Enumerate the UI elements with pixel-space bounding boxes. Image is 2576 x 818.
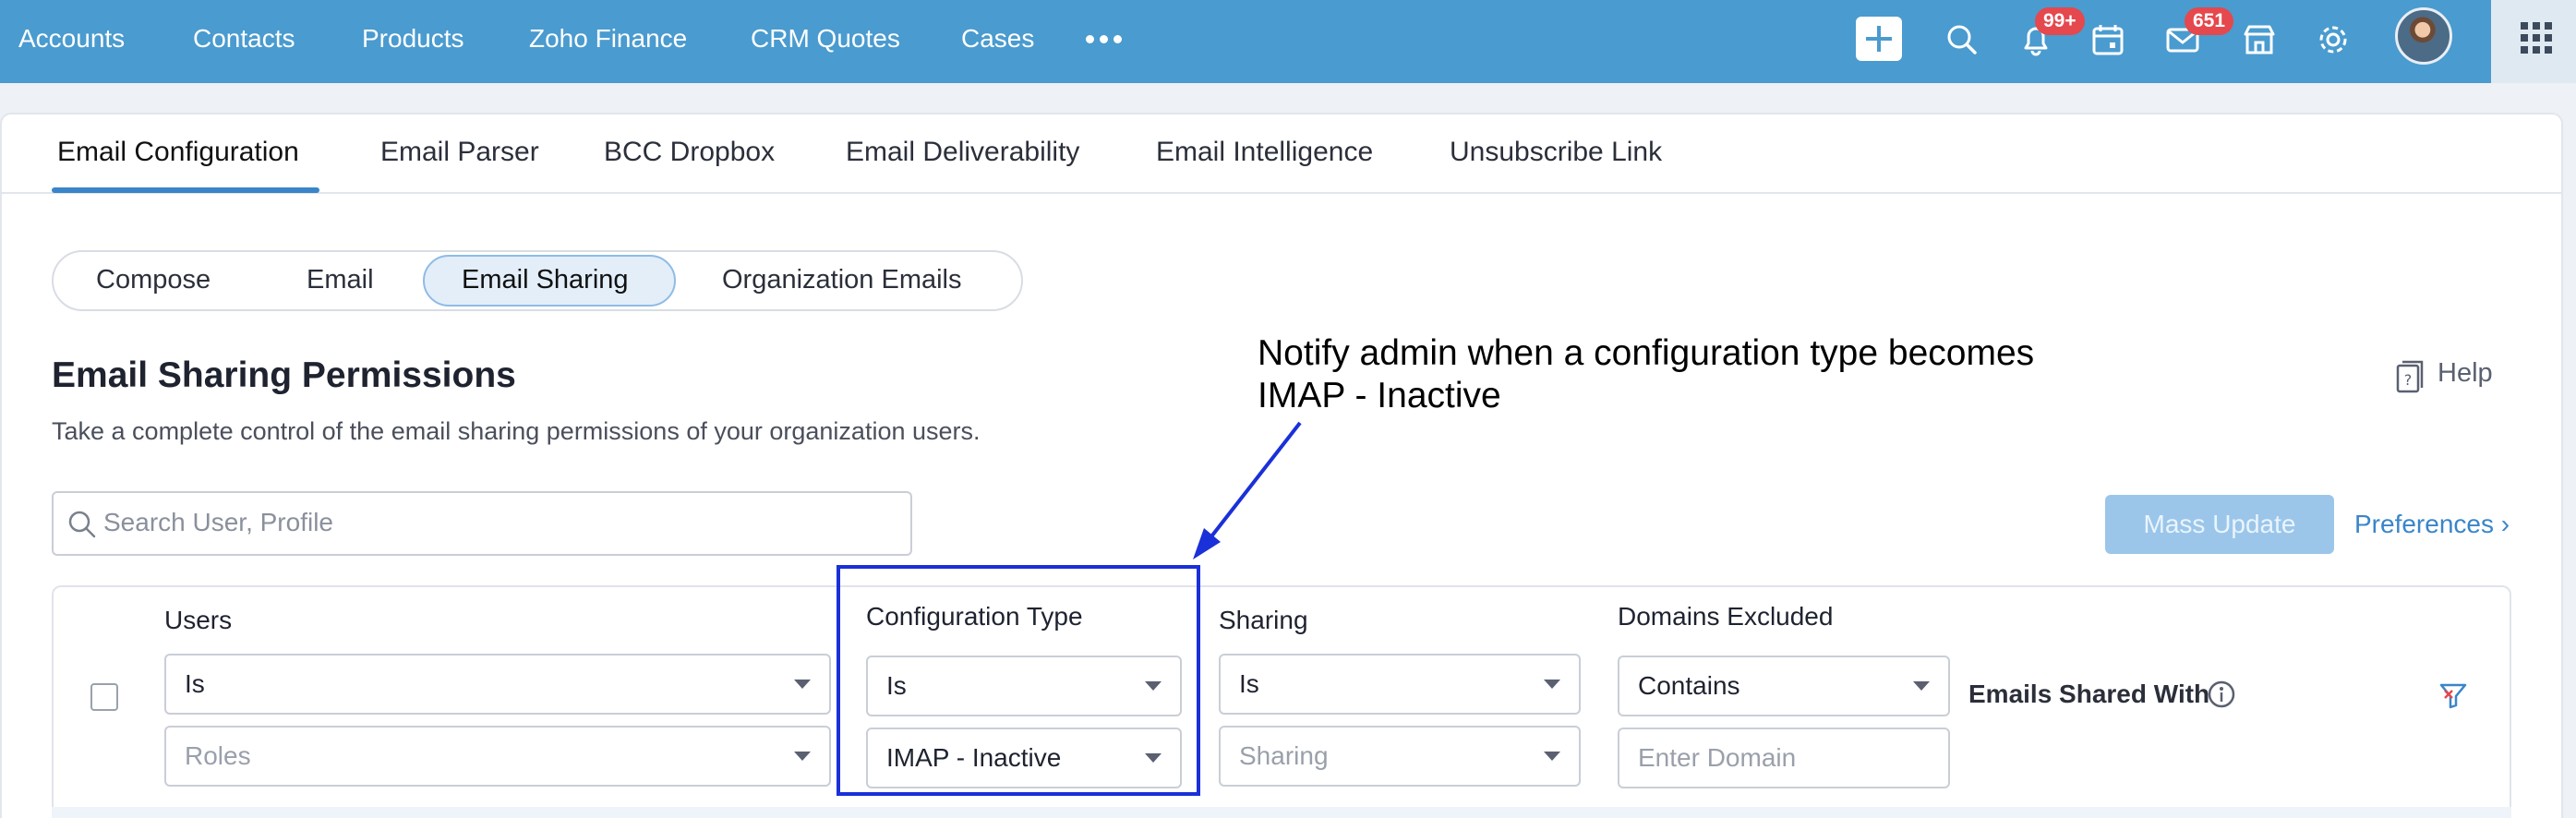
nav-crm-quotes[interactable]: CRM Quotes: [751, 20, 900, 57]
active-tab-indicator: [52, 187, 319, 193]
segment-compose[interactable]: Compose: [96, 260, 211, 299]
gear-icon[interactable]: [2312, 18, 2354, 61]
nav-cases[interactable]: Cases: [961, 20, 1034, 57]
tab-email-intelligence[interactable]: Email Intelligence: [1156, 132, 1373, 173]
nav-products[interactable]: Products: [362, 20, 464, 57]
sharing-operator-select[interactable]: [1219, 654, 1581, 715]
marketplace-icon[interactable]: [2238, 18, 2281, 61]
preferences-link[interactable]: Preferences ›: [2354, 506, 2510, 543]
svg-text:?: ?: [2404, 371, 2413, 389]
chevron-down-icon: [1913, 681, 1930, 691]
search-input-icon: [68, 511, 96, 538]
chevron-down-icon: [794, 752, 811, 761]
annotation-note: Notify admin when a configuration type b…: [1258, 332, 2034, 417]
sharing-value-placeholder: Sharing: [1239, 741, 1329, 770]
col-sharing: Sharing: [1219, 606, 1308, 634]
preferences-label: Preferences: [2354, 510, 2494, 538]
nav-zoho-finance[interactable]: Zoho Finance: [529, 20, 687, 57]
calendar-icon[interactable]: [2087, 18, 2129, 61]
user-avatar[interactable]: [2395, 7, 2452, 65]
nav-contacts[interactable]: Contacts: [193, 20, 295, 57]
annotation-arrow-icon: [1193, 421, 1302, 559]
search-icon[interactable]: [1941, 18, 1983, 61]
notifications-badge: 99+: [2035, 7, 2085, 35]
annotation-line-1: Notify admin when a configuration type b…: [1258, 333, 2035, 373]
segment-email-sharing[interactable]: Email Sharing: [462, 260, 629, 299]
more-modules-icon[interactable]: [1086, 35, 1122, 43]
tab-email-configuration[interactable]: Email Configuration: [57, 132, 299, 173]
apps-grid-icon[interactable]: [2521, 22, 2552, 54]
create-new-button[interactable]: [1856, 17, 1902, 61]
annotation-highlight-box: [837, 565, 1200, 796]
segment-email[interactable]: Email: [307, 260, 374, 299]
sharing-operator-value: Is: [1239, 669, 1259, 698]
users-operator-value: Is: [185, 669, 205, 698]
clear-filter-icon[interactable]: [2438, 680, 2469, 711]
col-users: Users: [164, 606, 233, 634]
annotation-line-2: IMAP - Inactive: [1258, 376, 1501, 415]
tab-email-parser[interactable]: Email Parser: [380, 132, 539, 173]
domain-input-placeholder: Enter Domain: [1638, 743, 1797, 772]
help-icon[interactable]: ?: [2395, 360, 2425, 395]
page-title: Email Sharing Permissions: [52, 355, 516, 395]
chevron-down-icon: [1544, 680, 1560, 689]
help-link[interactable]: Help: [2438, 355, 2493, 391]
tab-unsubscribe-link[interactable]: Unsubscribe Link: [1450, 132, 1662, 173]
chevron-right-icon: ›: [2500, 510, 2510, 538]
tab-bcc-dropbox[interactable]: BCC Dropbox: [604, 132, 775, 173]
search-placeholder: Search User, Profile: [103, 508, 333, 536]
filter-table-body: [52, 807, 2511, 818]
users-value-select[interactable]: [164, 726, 831, 787]
mail-badge: 651: [2185, 7, 2234, 35]
chevron-down-icon: [1544, 752, 1560, 761]
domains-operator-value: Contains: [1638, 671, 1740, 700]
nav-accounts[interactable]: Accounts: [18, 20, 125, 57]
page-description: Take a complete control of the email sha…: [52, 417, 981, 445]
users-value-placeholder: Roles: [185, 741, 251, 770]
chevron-down-icon: [794, 680, 811, 689]
col-domains-excluded: Domains Excluded: [1618, 602, 1834, 631]
tab-email-deliverability[interactable]: Email Deliverability: [846, 132, 1079, 173]
users-operator-select[interactable]: [164, 654, 831, 715]
info-icon[interactable]: [2207, 680, 2236, 709]
select-all-checkbox[interactable]: [90, 683, 118, 711]
col-emails-shared-with: Emails Shared With: [1968, 680, 2210, 708]
mass-update-button[interactable]: Mass Update: [2105, 495, 2334, 554]
segment-organization-emails[interactable]: Organization Emails: [722, 260, 962, 299]
tab-divider: [0, 192, 2563, 194]
